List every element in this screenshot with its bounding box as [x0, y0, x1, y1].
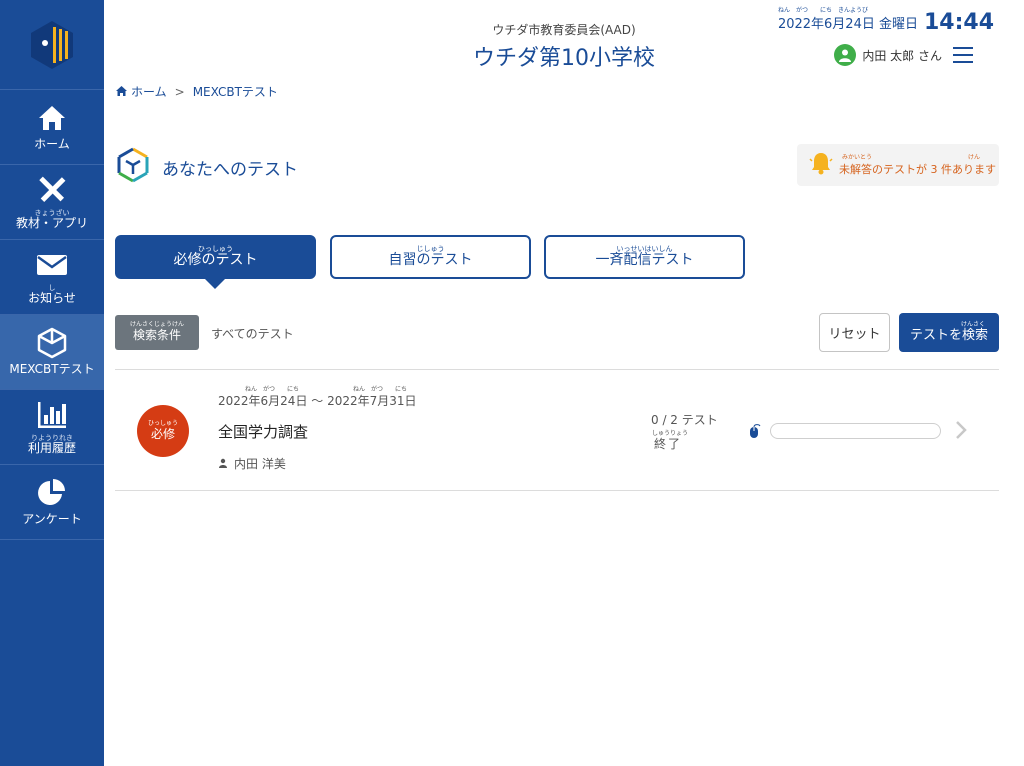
- tab-self-study[interactable]: じしゅう 自習のテスト: [330, 235, 531, 279]
- sidebar-item-home[interactable]: ホーム: [0, 90, 104, 165]
- search-condition-badge[interactable]: けんさくじょうけん 検索条件: [115, 315, 199, 350]
- breadcrumb: ホーム > MEXCBTテスト: [116, 83, 278, 100]
- date-ruby: ねん がつ にち きんようび: [777, 7, 868, 14]
- test-author: 内田 洋美: [218, 455, 286, 472]
- user-info[interactable]: 内田 太郎 さん: [834, 44, 942, 66]
- section-title: あなたへのテスト: [162, 159, 298, 180]
- date-display: ねん がつ にち きんようび 2022年6月24日 金曜日: [777, 7, 918, 32]
- list-divider: [115, 369, 999, 370]
- alert-message: 未解答のテストが 3 件あります: [839, 163, 996, 176]
- menu-icon[interactable]: [953, 47, 973, 63]
- list-divider: [115, 490, 999, 491]
- search-button-label: テストを検索: [909, 327, 988, 343]
- app-logo[interactable]: [0, 0, 104, 90]
- user-avatar-icon: [834, 44, 857, 66]
- alert-text: みかいとう けん 未解答のテストが 3 件あります: [839, 154, 996, 177]
- time-display: 14:44: [923, 10, 994, 35]
- search-tests-button[interactable]: けんさく テストを検索: [899, 313, 999, 352]
- breadcrumb-home-link[interactable]: ホーム: [131, 83, 167, 100]
- chevron-right-icon[interactable]: [954, 419, 968, 445]
- alert-ruby: みかいとう: [842, 154, 873, 161]
- reset-button[interactable]: リセット: [819, 313, 890, 352]
- sidebar-item-history[interactable]: りようりれき 利用履歴: [0, 390, 104, 465]
- date-value: 2022年6月24日 金曜日: [777, 17, 918, 32]
- person-icon: [218, 457, 228, 471]
- sidebar-item-mexcbt[interactable]: MEXCBTテスト: [0, 315, 104, 390]
- bar-chart-icon: [37, 399, 67, 431]
- cube-icon: [36, 327, 68, 359]
- badge-label: 必修: [150, 426, 175, 441]
- breadcrumb-separator: >: [174, 84, 185, 99]
- sidebar-item-label: アンケート: [22, 512, 82, 527]
- pencil-ruler-icon: [37, 174, 67, 206]
- sidebar-item-label: お知らせ: [28, 290, 76, 305]
- sidebar-item-notices[interactable]: し お知らせ: [0, 240, 104, 315]
- test-progress-bar: [770, 423, 941, 439]
- tab-label: 必修のテスト: [173, 251, 258, 268]
- unanswered-alert[interactable]: みかいとう けん 未解答のテストが 3 件あります: [797, 144, 999, 186]
- sidebar-item-label: 教材・アプリ: [15, 215, 88, 230]
- tab-broadcast[interactable]: いっせいはいしん 一斉配信テスト: [544, 235, 745, 279]
- required-badge: ひっしゅう 必修: [137, 405, 189, 457]
- test-list-item[interactable]: ひっしゅう 必修 ねん がつ にち ねん がつ にち 2022年6月24日 〜 …: [115, 371, 999, 490]
- test-title: 全国学力調査: [218, 423, 309, 441]
- section-header: あなたへのテスト: [116, 147, 298, 187]
- sidebar-item-label: ホーム: [34, 137, 70, 152]
- home-small-icon: [116, 85, 127, 99]
- mail-icon: [36, 249, 68, 281]
- sidebar-item-label: 利用履歴: [27, 440, 76, 455]
- user-name: 内田 太郎 さん: [862, 48, 942, 63]
- test-count: 0 / 2 テスト: [651, 413, 718, 427]
- tab-label: 一斉配信テスト: [595, 251, 694, 268]
- home-icon: [37, 102, 67, 134]
- sidebar: ホーム きょうざい 教材・アプリ し お知らせ MEXCBTテスト りようりれき…: [0, 0, 104, 766]
- alert-ruby: けん: [968, 154, 981, 161]
- cube-logo-icon: [116, 147, 150, 187]
- pie-chart-icon: [37, 477, 67, 509]
- mouse-icon: [748, 423, 762, 443]
- author-name: 内田 洋美: [234, 457, 286, 471]
- active-tab-indicator: [205, 279, 225, 289]
- test-period: 2022年6月24日 〜 2022年7月31日: [218, 394, 417, 408]
- tab-required[interactable]: ひっしゅう 必修のテスト: [115, 235, 316, 279]
- bell-icon: [809, 151, 833, 179]
- sidebar-item-survey[interactable]: アンケート: [0, 465, 104, 540]
- tab-label: 自習のテスト: [388, 251, 473, 268]
- sidebar-item-materials[interactable]: きょうざい 教材・アプリ: [0, 165, 104, 240]
- sidebar-item-label: MEXCBTテスト: [9, 362, 95, 377]
- breadcrumb-current: MEXCBTテスト: [192, 85, 278, 99]
- current-filter: すべてのテスト: [211, 327, 294, 341]
- search-condition-label: 検索条件: [132, 328, 181, 343]
- datetime: ねん がつ にち きんようび 2022年6月24日 金曜日 14:44: [777, 7, 994, 35]
- test-status: 終了: [654, 437, 683, 451]
